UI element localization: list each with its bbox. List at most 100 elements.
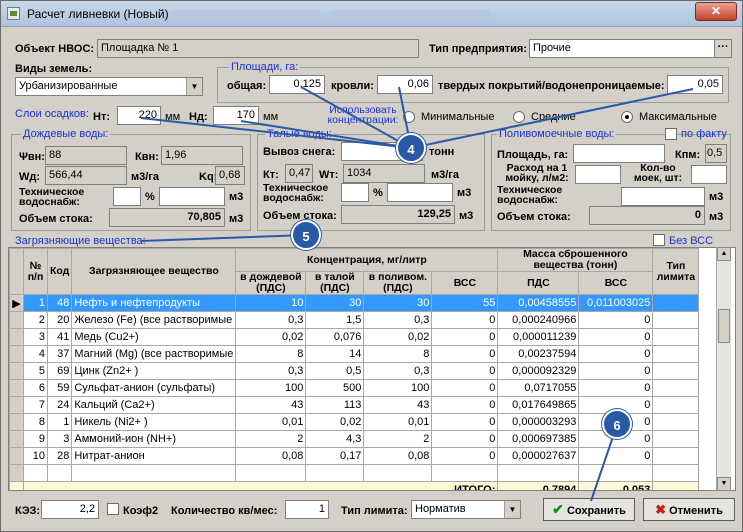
cell-vss2[interactable]: 0 bbox=[578, 311, 654, 329]
cell-num[interactable]: 4 bbox=[23, 345, 48, 363]
cell-name[interactable]: Нефть и нефтепродукты bbox=[71, 294, 237, 312]
cell-rain[interactable]: 0,08 bbox=[235, 447, 307, 465]
cell-wash[interactable]: 0,02 bbox=[363, 328, 433, 346]
cell-pds[interactable]: 0,00458555 bbox=[497, 294, 580, 312]
cell-rain[interactable]: 43 bbox=[235, 396, 307, 414]
cell-vss[interactable]: 0 bbox=[431, 379, 499, 397]
hd-field[interactable]: 170 bbox=[213, 106, 259, 125]
cell-rain[interactable]: 0,01 bbox=[235, 413, 307, 431]
wd-field[interactable]: 566,44 bbox=[45, 166, 127, 185]
cell-melt[interactable]: 0,17 bbox=[305, 447, 365, 465]
qty-field[interactable]: 1 bbox=[285, 500, 329, 519]
cell-wash[interactable]: 2 bbox=[363, 430, 433, 448]
table-row[interactable]: 8 1 Никель (Ni2+ ) 0,01 0,02 0,01 0 0,000003293… bbox=[9, 413, 700, 431]
row-indicator[interactable] bbox=[9, 379, 24, 397]
cell-limit[interactable] bbox=[652, 328, 700, 346]
wash-tech-m3-field[interactable] bbox=[621, 187, 705, 206]
cell-pds[interactable]: 0,000003293 bbox=[497, 413, 580, 431]
scroll-thumb[interactable] bbox=[718, 309, 730, 343]
scroll-up-icon[interactable]: ▲ bbox=[717, 247, 731, 261]
cell-name[interactable]: Кальций (Ca2+) bbox=[71, 396, 237, 414]
cell-name[interactable]: Цинк (Zn2+ ) bbox=[71, 362, 237, 380]
cell-rain[interactable]: 0,3 bbox=[235, 311, 307, 329]
cell-melt[interactable]: 0,02 bbox=[305, 413, 365, 431]
cell-name[interactable]: Никель (Ni2+ ) bbox=[71, 413, 237, 431]
cell-rain[interactable]: 0,3 bbox=[235, 362, 307, 380]
cell-pds[interactable]: 0,000011239 bbox=[497, 328, 580, 346]
row-indicator[interactable] bbox=[9, 311, 24, 329]
chevron-down-icon[interactable]: ▼ bbox=[504, 501, 520, 518]
cell-rain[interactable]: 100 bbox=[235, 379, 307, 397]
row-indicator[interactable] bbox=[9, 328, 24, 346]
cell-limit[interactable] bbox=[652, 379, 700, 397]
col-vss2-header[interactable]: ВСС bbox=[578, 271, 654, 295]
table-row[interactable]: 2 20 Железо (Fe) (все растворимые 0,3 1,5 0,3… bbox=[9, 311, 700, 329]
cell-rain[interactable]: 2 bbox=[235, 430, 307, 448]
cell-num[interactable]: 10 bbox=[23, 447, 48, 465]
cell-vss2[interactable]: 0 bbox=[578, 447, 654, 465]
col-limit-header[interactable]: Тип лимита bbox=[652, 248, 700, 295]
chevron-down-icon[interactable]: ▼ bbox=[186, 78, 202, 95]
cell-vss2[interactable]: 0 bbox=[578, 362, 654, 380]
cell-wash[interactable]: 0,08 bbox=[363, 447, 433, 465]
enterprise-browse-button[interactable]: ··· bbox=[714, 39, 732, 58]
cell-pds[interactable]: 0,000092329 bbox=[497, 362, 580, 380]
cell-melt[interactable]: 30 bbox=[305, 294, 365, 312]
row-indicator[interactable] bbox=[9, 362, 24, 380]
cell-rain[interactable]: 0,02 bbox=[235, 328, 307, 346]
cell-name[interactable]: Железо (Fe) (все растворимые bbox=[71, 311, 237, 329]
cell-wash[interactable]: 100 bbox=[363, 379, 433, 397]
rain-tech-m3-field[interactable] bbox=[159, 187, 225, 206]
table-row[interactable]: 6 59 Сульфат-анион (сульфаты) 100 500 100 0 0,0… bbox=[9, 379, 700, 397]
cell-melt[interactable]: 500 bbox=[305, 379, 365, 397]
table-row[interactable]: 10 28 Нитрат-анион 0,08 0,17 0,08 0 0,000027637… bbox=[9, 447, 700, 465]
row-indicator[interactable] bbox=[9, 345, 24, 363]
cell-num[interactable]: 3 bbox=[23, 328, 48, 346]
cell-code[interactable]: 20 bbox=[46, 311, 73, 329]
cell-vss[interactable]: 0 bbox=[431, 362, 499, 380]
cell-limit[interactable] bbox=[652, 413, 700, 431]
col-name-header[interactable]: Загрязняющее вещество bbox=[71, 248, 237, 295]
kq-field[interactable]: 0,68 bbox=[215, 166, 245, 185]
cell-vss2[interactable]: 0 bbox=[578, 345, 654, 363]
kez-field[interactable]: 2,2 bbox=[41, 500, 99, 519]
cell-vss[interactable]: 0 bbox=[431, 345, 499, 363]
land-select[interactable]: Урбанизированные ▼ bbox=[15, 77, 203, 96]
cell-limit[interactable] bbox=[652, 430, 700, 448]
cell-code[interactable]: 3 bbox=[46, 430, 73, 448]
cell-melt[interactable]: 14 bbox=[305, 345, 365, 363]
cell-pds[interactable]: 0,00237594 bbox=[497, 345, 580, 363]
kvn-field[interactable]: 1,96 bbox=[161, 146, 243, 165]
cell-pds[interactable]: 0,017649865 bbox=[497, 396, 580, 414]
object-field[interactable]: Площадка № 1 bbox=[97, 39, 419, 58]
cell-vss2[interactable]: 0 bbox=[578, 328, 654, 346]
col-rain-header[interactable]: в дождевой (ПДС) bbox=[235, 271, 307, 295]
cell-limit[interactable] bbox=[652, 362, 700, 380]
cell-vss2[interactable]: 0 bbox=[578, 379, 654, 397]
save-button[interactable]: ✔ Сохранить bbox=[543, 498, 635, 521]
row-indicator[interactable] bbox=[9, 413, 24, 431]
cell-limit[interactable] bbox=[652, 311, 700, 329]
col-code-header[interactable]: Код bbox=[46, 248, 73, 295]
cell-wash[interactable]: 0,3 bbox=[363, 311, 433, 329]
ht-field[interactable]: 220 bbox=[117, 106, 161, 125]
cell-num[interactable]: 7 bbox=[23, 396, 48, 414]
cell-pds[interactable]: 0,000240966 bbox=[497, 311, 580, 329]
table-row[interactable]: 3 41 Медь (Cu2+) 0,02 0,076 0,02 0 0,000011239 0 bbox=[9, 328, 700, 346]
cell-name[interactable]: Аммоний-ион (NH+) bbox=[71, 430, 237, 448]
cell-limit[interactable] bbox=[652, 345, 700, 363]
cell-num[interactable]: 6 bbox=[23, 379, 48, 397]
table-row[interactable]: ▶ 1 48 Нефть и нефтепродукты 10 30 30 55 0,00458… bbox=[9, 294, 700, 312]
cell-melt[interactable]: 113 bbox=[305, 396, 365, 414]
table-row[interactable]: 7 24 Кальций (Ca2+) 43 113 43 0 0,017649865 0 bbox=[9, 396, 700, 414]
radio-mid[interactable] bbox=[513, 111, 525, 123]
psi-field[interactable]: 88 bbox=[45, 146, 127, 165]
cell-vss[interactable]: 0 bbox=[431, 311, 499, 329]
rain-volume-field[interactable]: 70,805 bbox=[109, 208, 225, 227]
cell-vss[interactable]: 55 bbox=[431, 294, 499, 312]
table-row[interactable]: 4 37 Магний (Mg) (все растворимые 8 14 8 0 0,00… bbox=[9, 345, 700, 363]
col-vss-header[interactable]: ВСС bbox=[431, 271, 499, 295]
cell-code[interactable]: 24 bbox=[46, 396, 73, 414]
cell-code[interactable]: 59 bbox=[46, 379, 73, 397]
cell-limit[interactable] bbox=[652, 294, 700, 312]
